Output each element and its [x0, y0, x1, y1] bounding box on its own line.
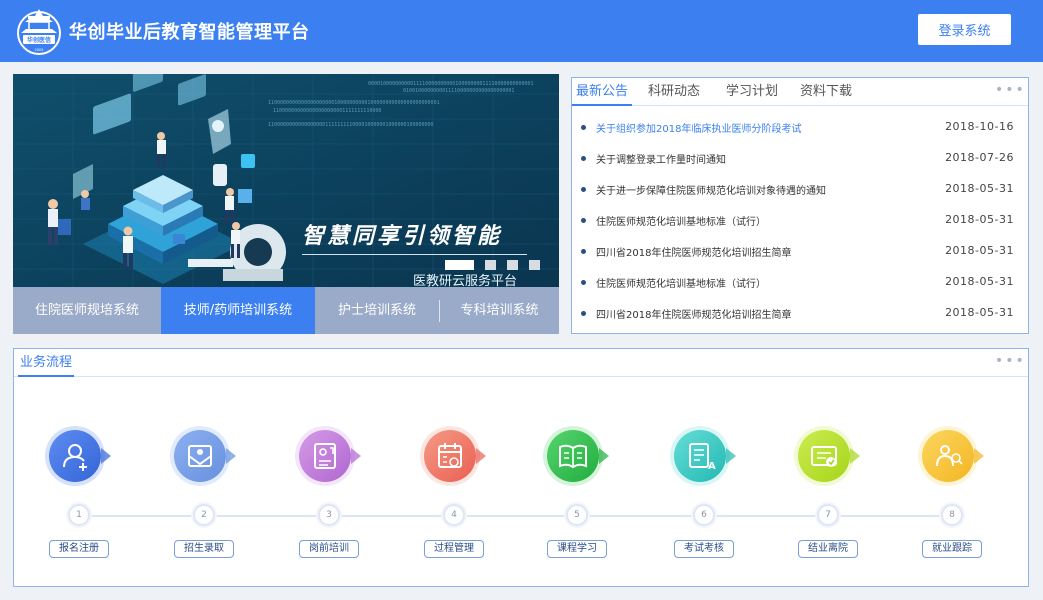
tab-resident-training[interactable]: 住院医师规培系统: [13, 287, 161, 334]
calendar-icon[interactable]: [412, 421, 486, 491]
news-title: 关于调整登录工作量时间通知: [596, 155, 726, 166]
step-number: 5: [566, 504, 588, 526]
user-add-icon[interactable]: [37, 421, 111, 491]
news-item[interactable]: 四川省2018年住院医师规范化培训招生简章 2018-05-31: [572, 299, 1028, 327]
tab-downloads[interactable]: 资料下载: [794, 78, 858, 106]
login-button[interactable]: 登录系统: [918, 14, 1011, 45]
bullet-icon: [581, 280, 586, 285]
step-number: 1: [68, 504, 90, 526]
news-item[interactable]: 关于组织参加2018年临床执业医师分阶段考试 2018-10-16: [572, 113, 1028, 141]
tab-study-plan[interactable]: 学习计划: [720, 78, 784, 106]
news-date: 2018-05-31: [945, 306, 1014, 319]
carousel-dot-2[interactable]: [485, 260, 496, 270]
step-number: 2: [193, 504, 215, 526]
svg-text:110000000000000000000010000000: 1100000000000000000000100000000001000000…: [268, 100, 440, 106]
svg-text:2005: 2005: [35, 48, 44, 52]
news-item[interactable]: 四川省2018年住院医师规范化培训招生简章 2018-05-31: [572, 237, 1028, 265]
app-title: 华创毕业后教育智能管理平台: [69, 22, 310, 43]
banner-slogan: 智慧同享引领智能: [302, 224, 503, 249]
news-item[interactable]: 关于调整登录工作量时间通知 2018-07-26: [572, 144, 1028, 172]
process-more-button[interactable]: •••: [995, 353, 1026, 369]
news-item[interactable]: 关于进一步保障住院医师规范化培训对象待遇的通知 2018-05-31: [572, 175, 1028, 203]
tab-technician-training[interactable]: 技师/药师培训系统: [161, 287, 315, 334]
news-title: 住院医师规范化培训基地标准（试行）: [596, 217, 766, 228]
step-label-button[interactable]: 报名注册: [49, 540, 109, 558]
process-step: 2 招生录取: [159, 349, 249, 588]
training-icon[interactable]: [287, 421, 361, 491]
svg-text:010010000000001111000000000000: 0100100000000011110000000000000000001: [403, 88, 514, 94]
process-step: 7 结业离院: [783, 349, 873, 588]
tab-nurse-training[interactable]: 护士培训系统: [315, 287, 439, 334]
step-label-button[interactable]: 结业离院: [798, 540, 858, 558]
news-title: 四川省2018年住院医师规范化培训招生简章: [596, 310, 792, 321]
step-number: 6: [693, 504, 715, 526]
process-step: 8 就业跟踪: [907, 349, 997, 588]
process-step: 3 岗前培训: [284, 349, 374, 588]
book-icon[interactable]: [535, 421, 609, 491]
process-step: A 6 考试考核: [659, 349, 749, 588]
news-tabs: 最新公告 科研动态 学习计划 资料下载 •••: [572, 78, 1028, 106]
logo: 华创医信 2005: [17, 9, 61, 55]
exam-icon[interactable]: A: [662, 421, 736, 491]
svg-text:A: A: [708, 461, 716, 472]
step-number: 4: [443, 504, 465, 526]
bullet-icon: [581, 311, 586, 316]
step-label-button[interactable]: 课程学习: [547, 540, 607, 558]
carousel-dot-3[interactable]: [507, 260, 518, 270]
tab-specialist-training[interactable]: 专科培训系统: [440, 287, 559, 334]
step-label-button[interactable]: 岗前培训: [299, 540, 359, 558]
employment-icon[interactable]: [910, 421, 984, 491]
bullet-icon: [581, 249, 586, 254]
bullet-icon: [581, 218, 586, 223]
step-label-button[interactable]: 就业跟踪: [922, 540, 982, 558]
certificate-icon[interactable]: [786, 421, 860, 491]
news-date: 2018-05-31: [945, 244, 1014, 257]
news-item[interactable]: 住院医师规范化培训基地标准（试行） 2018-05-31: [572, 206, 1028, 234]
carousel-dot-4[interactable]: [529, 260, 540, 270]
step-label-button[interactable]: 考试考核: [674, 540, 734, 558]
business-process-panel: 业务流程 ••• 1 报名注册 2 招生录取 3 岗前培训 4 过程管理 5 课程学习 A 6 考试考核…: [13, 348, 1029, 587]
admission-letter-icon[interactable]: [162, 421, 236, 491]
slogan-divider: [302, 254, 527, 255]
step-number: 8: [941, 504, 963, 526]
process-step: 5 课程学习: [532, 349, 622, 588]
svg-text:110000000000000000000001111111: 110000000000000000000001111111110000: [273, 108, 381, 114]
process-step: 4 过程管理: [409, 349, 499, 588]
carousel-dot-1[interactable]: [445, 260, 474, 270]
step-number: 7: [817, 504, 839, 526]
svg-text:华创医信: 华创医信: [27, 36, 51, 44]
news-date: 2018-05-31: [945, 275, 1014, 288]
process-step: 1 报名注册: [34, 349, 124, 588]
step-number: 3: [318, 504, 340, 526]
news-more-button[interactable]: •••: [995, 82, 1026, 98]
news-date: 2018-07-26: [945, 151, 1014, 164]
news-date: 2018-05-31: [945, 182, 1014, 195]
news-title: 关于组织参加2018年临床执业医师分阶段考试: [596, 124, 802, 135]
tab-research-news[interactable]: 科研动态: [642, 78, 706, 106]
news-title: 住院医师规范化培训基地标准（试行）: [596, 279, 766, 290]
news-panel: 最新公告 科研动态 学习计划 资料下载 ••• 关于组织参加2018年临床执业医…: [571, 77, 1029, 334]
news-item[interactable]: 住院医师规范化培训基地标准（试行） 2018-05-31: [572, 268, 1028, 296]
tab-latest-notice[interactable]: 最新公告: [572, 78, 632, 106]
news-title: 四川省2018年住院医师规范化培训招生简章: [596, 248, 792, 259]
news-date: 2018-05-31: [945, 213, 1014, 226]
news-date: 2018-10-16: [945, 120, 1014, 133]
bullet-icon: [581, 156, 586, 161]
step-label-button[interactable]: 过程管理: [424, 540, 484, 558]
banner-subtitle: 医教研云服务平台: [413, 274, 518, 287]
svg-text:110000000000000000011111111100: 1100000000000000000111111111000010000001…: [268, 122, 434, 128]
news-title: 关于进一步保障住院医师规范化培训对象待遇的通知: [596, 186, 826, 197]
bullet-icon: [581, 125, 586, 130]
banner-illustration: 0000100000000001111000000000010000000011…: [13, 74, 559, 287]
svg-text:000010000000000111100000000001: 0000100000000001111000000000010000000011…: [368, 81, 534, 87]
system-tabs: 住院医师规培系统 技师/药师培训系统 护士培训系统 专科培训系统: [13, 287, 559, 334]
bullet-icon: [581, 187, 586, 192]
top-header: 华创医信 2005 华创毕业后教育智能管理平台 登录系统: [0, 0, 1043, 62]
banner-carousel[interactable]: 0000100000000001111000000000010000000011…: [13, 74, 559, 287]
step-label-button[interactable]: 招生录取: [174, 540, 234, 558]
